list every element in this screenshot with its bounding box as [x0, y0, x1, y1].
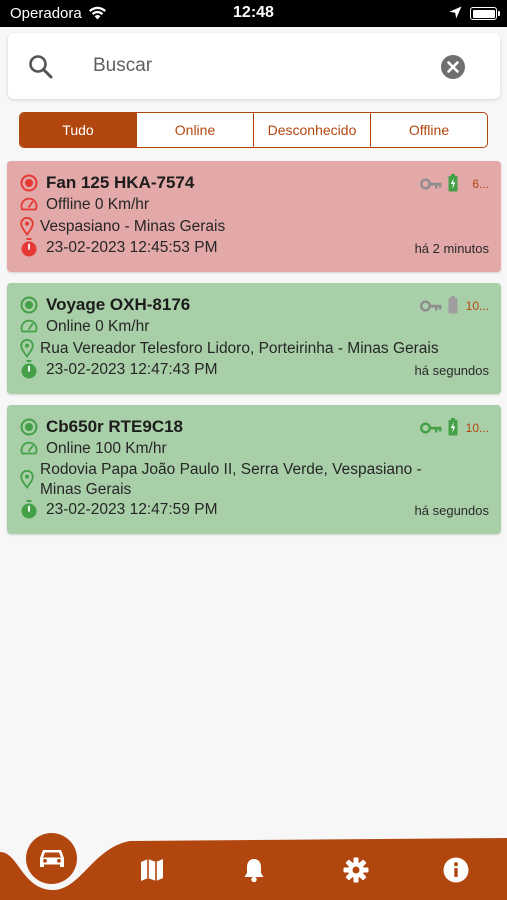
map-icon[interactable] [140, 858, 164, 887]
battery-value: 10... [465, 421, 489, 435]
last-update-datetime: 23-02-2023 12:47:43 PM [46, 361, 218, 378]
info-icon[interactable] [443, 857, 469, 888]
speed-status: Online 0 Km/hr [46, 318, 150, 335]
battery-value: 10... [465, 299, 489, 313]
status-bar: Operadora 12:48 [0, 0, 507, 27]
time-ago: há segundos [414, 363, 489, 378]
timer-icon [20, 360, 38, 384]
vehicle-name: Cb650r RTE9C18 [46, 417, 184, 436]
bottom-navigation [0, 838, 507, 900]
ignition-key-icon [419, 299, 442, 317]
search-icon[interactable] [28, 54, 54, 85]
filter-offline-button[interactable]: Offline [370, 113, 487, 147]
last-update-datetime: 23-02-2023 12:45:53 PM [46, 239, 218, 256]
gear-icon[interactable] [343, 857, 369, 888]
location-arrow-icon [449, 6, 462, 24]
speedometer-icon [20, 196, 38, 217]
vehicle-name: Fan 125 HKA-7574 [46, 173, 195, 192]
speedometer-icon [20, 318, 38, 339]
search-bar [8, 33, 500, 99]
battery-value: 6... [472, 177, 489, 191]
clock: 12:48 [233, 4, 274, 21]
battery-full-icon [448, 174, 458, 197]
vehicle-card[interactable]: Fan 125 HKA-7574 6... Offline 0 Km/hr Ve… [7, 161, 501, 272]
location-pin-icon [20, 469, 34, 494]
battery-icon [470, 7, 500, 20]
filter-all-button[interactable]: Tudo [20, 113, 136, 147]
car-icon[interactable] [26, 833, 77, 884]
status-dot-icon [20, 418, 38, 441]
ignition-key-icon [419, 177, 442, 195]
status-dot-icon [20, 296, 38, 319]
time-ago: há segundos [414, 503, 489, 518]
time-ago: há 2 minutos [414, 241, 489, 256]
status-filter: Tudo Online Desconhecido Offline [19, 112, 488, 148]
vehicle-address-line-2: Minas Gerais [40, 481, 132, 498]
clear-search-icon[interactable] [440, 54, 466, 85]
vehicle-address: Vespasiano - Minas Gerais [40, 218, 226, 235]
status-dot-icon [20, 174, 38, 197]
vehicle-card[interactable]: Voyage OXH-8176 10... Online 0 Km/hr Rua… [7, 283, 501, 394]
vehicle-address-line-1: Rodovia Papa João Paulo II, Serra Verde,… [40, 461, 422, 478]
vehicle-card[interactable]: Cb650r RTE9C18 10... Online 100 Km/hr Ro… [7, 405, 501, 534]
last-update-datetime: 23-02-2023 12:47:59 PM [46, 501, 218, 518]
ignition-key-icon [419, 421, 442, 439]
bell-icon[interactable] [243, 857, 265, 888]
search-input[interactable] [93, 53, 423, 79]
vehicle-name: Voyage OXH-8176 [46, 295, 191, 314]
timer-icon [20, 500, 38, 524]
filter-online-button[interactable]: Online [136, 113, 253, 147]
timer-icon [20, 238, 38, 262]
vehicle-address: Rua Vereador Telesforo Lidoro, Porteirin… [40, 340, 439, 357]
speedometer-icon [20, 440, 38, 461]
battery-unknown-icon [448, 296, 458, 319]
filter-unknown-button[interactable]: Desconhecido [253, 113, 370, 147]
speed-status: Online 100 Km/hr [46, 440, 167, 457]
battery-full-icon [448, 418, 458, 441]
speed-status: Offline 0 Km/hr [46, 196, 150, 213]
